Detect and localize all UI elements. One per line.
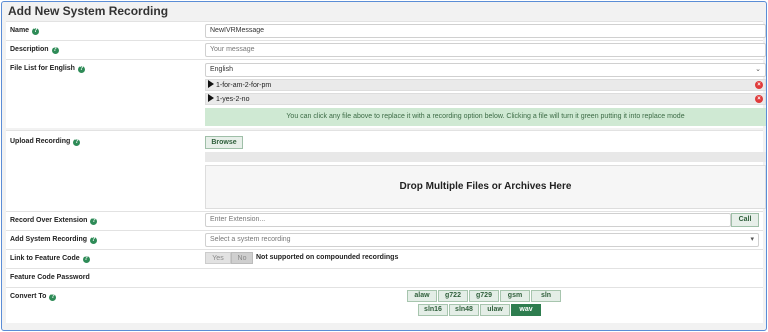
format-gsm-button[interactable]: gsm — [500, 290, 530, 302]
extension-placeholder: Enter Extension... — [210, 216, 266, 223]
description-label-wrap: Description? — [10, 46, 59, 54]
feature-code-label: Link to Feature Code — [10, 255, 80, 262]
feature-code-no-toggle[interactable]: No — [231, 252, 253, 264]
feature-code-note: Not supported on compounded recordings — [256, 254, 399, 261]
recording-form-window: Add New System Recording Name? NewIVRMes… — [1, 1, 767, 331]
add-system-label: Add System Recording — [10, 236, 88, 243]
upload-label: Upload Recording — [10, 138, 71, 145]
name-input[interactable]: NewIVRMessage — [205, 24, 766, 38]
format-g729-button[interactable]: g729 — [469, 290, 499, 302]
help-icon[interactable]: ? — [73, 139, 81, 146]
format-sln48-button[interactable]: sln48 — [449, 304, 479, 316]
help-icon[interactable]: ? — [77, 66, 85, 73]
name-label-wrap: Name? — [10, 27, 40, 35]
file-name: 1-yes-2-no — [216, 96, 250, 103]
convert-to-label-wrap: Convert To? — [10, 293, 57, 301]
description-input[interactable]: Your message — [205, 43, 766, 57]
description-label: Description — [10, 46, 49, 53]
browse-button[interactable]: Browse — [205, 136, 243, 149]
call-button[interactable]: Call — [731, 213, 759, 227]
language-value: English — [210, 66, 233, 73]
record-over-label-wrap: Record Over Extension? — [10, 217, 98, 225]
file-list-label-wrap: File List for English? — [10, 65, 85, 73]
convert-to-label: Convert To — [10, 293, 47, 300]
file-item[interactable]: 1-yes-2-no × — [205, 93, 766, 105]
play-icon[interactable] — [208, 80, 214, 88]
help-icon[interactable]: ? — [90, 237, 98, 244]
convert-to-row: Convert To? — [6, 287, 763, 323]
feature-code-password-row: Feature Code Password — [6, 268, 763, 287]
name-label: Name — [10, 27, 30, 34]
feature-code-yes-toggle[interactable]: Yes — [205, 252, 231, 264]
description-row: Description? Your message — [6, 40, 766, 59]
upload-progress-bar — [205, 152, 766, 162]
record-over-label: Record Over Extension — [10, 217, 88, 224]
name-row: Name? NewIVRMessage — [6, 21, 766, 40]
format-wav-button[interactable]: wav — [511, 304, 541, 316]
help-icon[interactable]: ? — [49, 294, 57, 301]
feature-code-label-wrap: Link to Feature Code? — [10, 255, 90, 263]
dropzone[interactable]: Drop Multiple Files or Archives Here — [205, 165, 766, 209]
upload-label-wrap: Upload Recording? — [10, 138, 81, 146]
help-icon[interactable]: ? — [51, 47, 59, 54]
add-system-label-wrap: Add System Recording? — [10, 236, 98, 244]
description-placeholder: Your message — [210, 46, 255, 53]
file-name: 1-for-am-2-for-pm — [216, 82, 272, 89]
file-item[interactable]: 1-for-am-2-for-pm × — [205, 79, 766, 91]
format-sln-button[interactable]: sln — [531, 290, 561, 302]
language-select[interactable]: English ⌄ — [205, 63, 766, 77]
help-icon[interactable]: ? — [82, 256, 90, 263]
format-ulaw-button[interactable]: ulaw — [480, 304, 510, 316]
remove-icon[interactable]: × — [755, 81, 763, 89]
chevron-down-icon: ▾ — [750, 236, 754, 243]
help-icon[interactable]: ? — [90, 218, 98, 225]
format-g722-button[interactable]: g722 — [438, 290, 468, 302]
page-title: Add New System Recording — [8, 4, 169, 18]
format-sln16-button[interactable]: sln16 — [418, 304, 448, 316]
format-alaw-button[interactable]: alaw — [407, 290, 437, 302]
feature-code-password-label: Feature Code Password — [10, 274, 90, 281]
remove-icon[interactable]: × — [755, 95, 763, 103]
file-list-label: File List for English — [10, 65, 75, 72]
play-icon[interactable] — [208, 94, 214, 102]
system-recording-select[interactable]: Select a system recording ▾ — [205, 233, 759, 247]
extension-input[interactable]: Enter Extension... — [205, 213, 731, 227]
name-value: NewIVRMessage — [210, 27, 265, 34]
system-recording-placeholder: Select a system recording — [210, 236, 291, 243]
replace-notice: You can click any file above to replace … — [205, 108, 766, 126]
help-icon[interactable]: ? — [32, 28, 40, 35]
chevron-down-icon: ⌄ — [755, 66, 761, 73]
